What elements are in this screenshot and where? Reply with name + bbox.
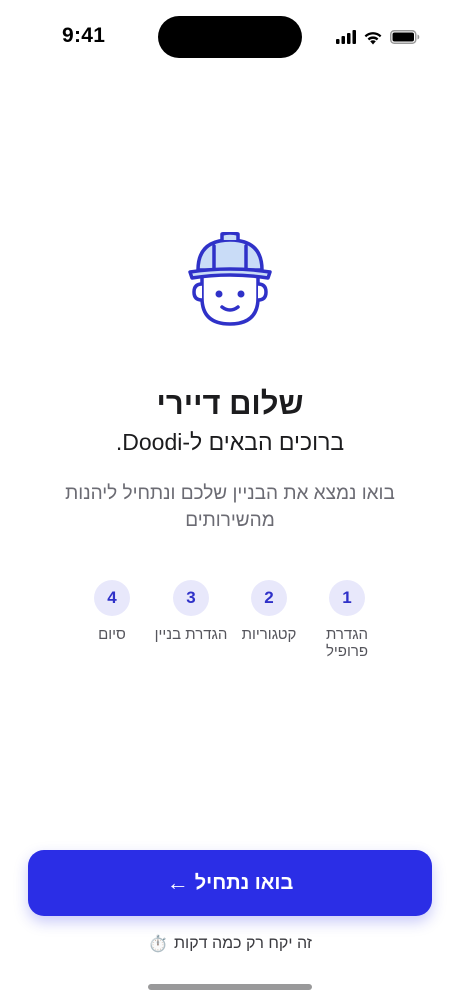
- cellular-signal-icon: [336, 30, 356, 44]
- step-number: 1: [329, 580, 365, 616]
- worker-helmet-face-icon: [186, 231, 274, 332]
- battery-icon: [390, 30, 420, 44]
- welcome-description: בואו נמצא את הבניין שלכם ונתחיל ליהנות מ…: [65, 483, 395, 531]
- get-started-button[interactable]: בואו נתחיל ←: [28, 850, 432, 916]
- arrow-left-icon: ←: [166, 870, 189, 895]
- time-estimate-note: זה יקח רק כמה דקות ⏱️: [0, 934, 460, 954]
- status-icons: [336, 28, 420, 46]
- step-number: 2: [251, 580, 287, 616]
- step-number: 4: [94, 580, 130, 616]
- step-number: 3: [173, 580, 209, 616]
- dynamic-island: [158, 16, 302, 58]
- step-label: הגדרת פרופיל: [325, 626, 369, 660]
- status-time: 9:41: [62, 24, 106, 47]
- time-estimate-text: זה יקח רק כמה דקות: [174, 935, 312, 952]
- step-finish: 4 סיום: [57, 580, 167, 643]
- stopwatch-icon: ⏱️: [148, 936, 168, 953]
- step-label: סיום: [98, 626, 126, 643]
- onboarding-steps: 1 הגדרת פרופיל 2 קטגוריות 3 הגדרת בניין …: [0, 580, 460, 670]
- welcome-title: שלום דיירי: [156, 386, 304, 421]
- status-bar: 9:41: [0, 0, 460, 76]
- welcome-subtitle: ברוכים הבאים ל-Doodi.: [115, 429, 345, 455]
- step-label: קטגוריות: [241, 626, 297, 643]
- home-indicator: [148, 984, 312, 990]
- wifi-icon: [364, 31, 382, 44]
- get-started-label: בואו נתחיל: [194, 871, 294, 894]
